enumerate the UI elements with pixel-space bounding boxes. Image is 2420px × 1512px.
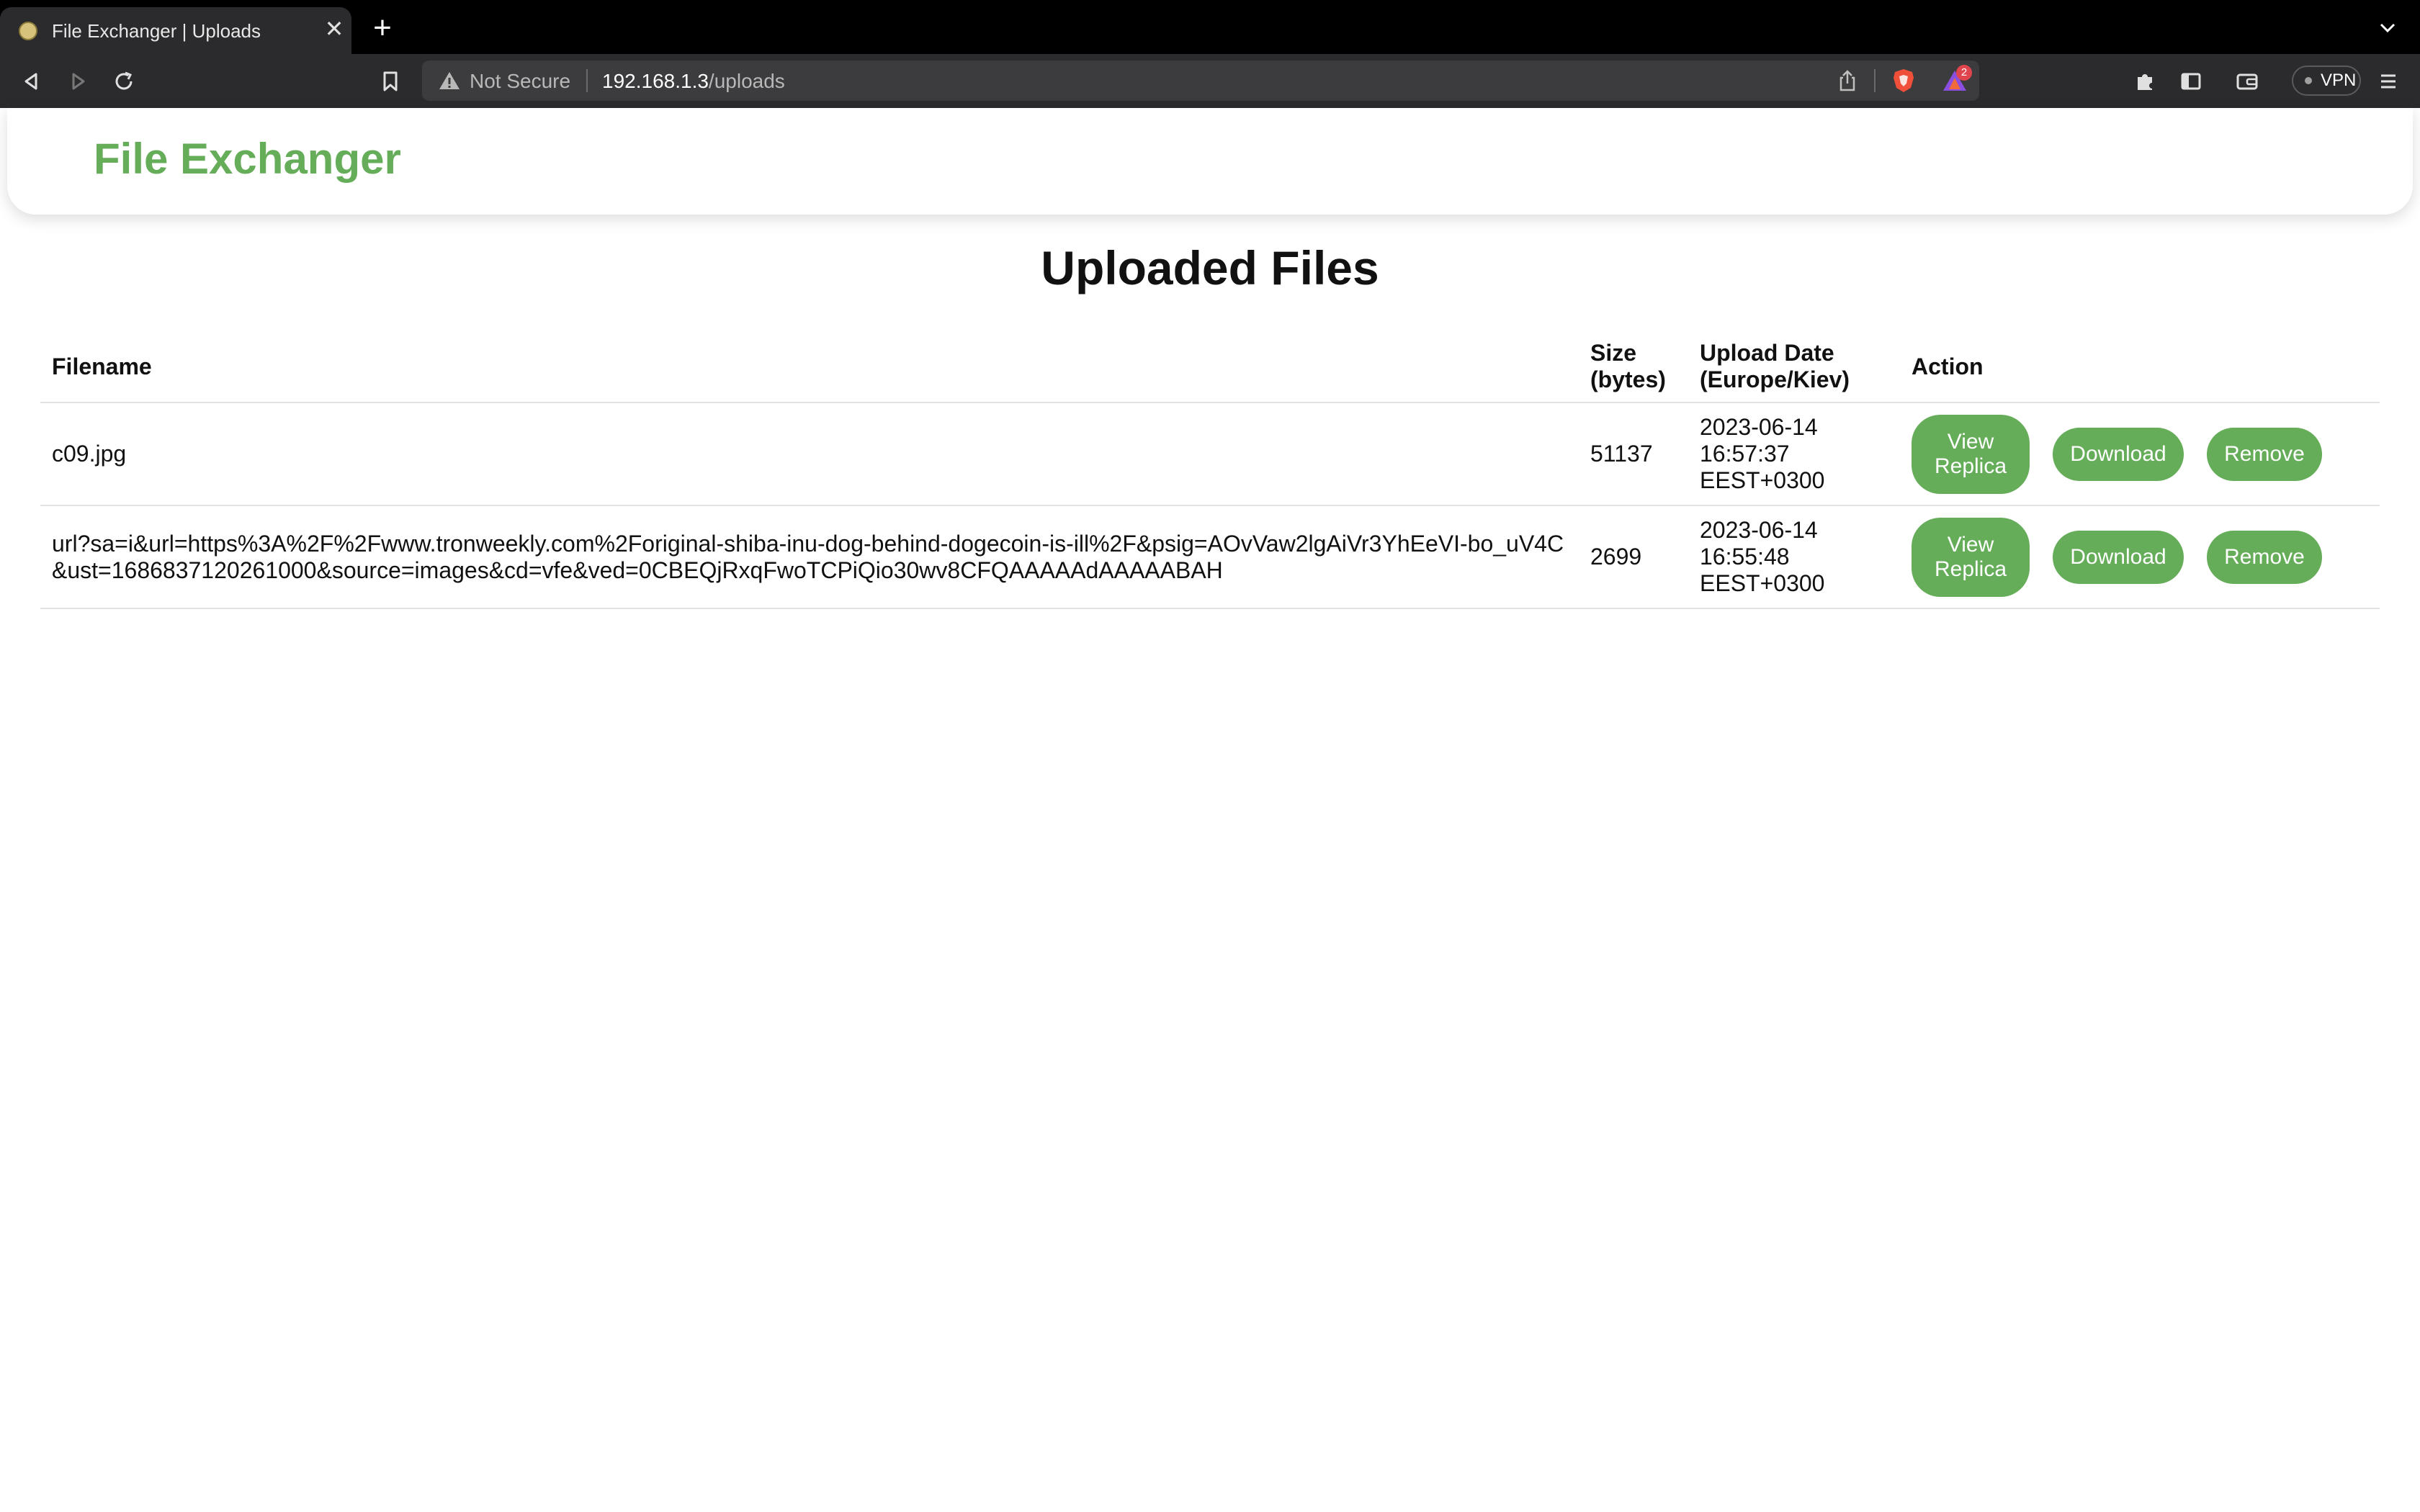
- column-header-size: Size (bytes): [1579, 331, 1688, 403]
- browser-tab[interactable]: File Exchanger | Uploads ✕: [0, 7, 351, 54]
- favicon-icon: [19, 22, 37, 40]
- date-cell: 2023-06-14 16:55:48 EEST+0300: [1688, 505, 1900, 609]
- remove-button[interactable]: Remove: [2207, 427, 2322, 481]
- browser-tab-bar: File Exchanger | Uploads ✕ +: [0, 0, 2420, 54]
- address-bar[interactable]: Not Secure 192.168.1.3/uploads 2: [422, 60, 1979, 101]
- address-divider: [586, 69, 588, 92]
- url-text[interactable]: 192.168.1.3/uploads: [602, 70, 785, 93]
- vpn-button[interactable]: VPN: [2292, 66, 2361, 96]
- url-path: /uploads: [708, 70, 785, 92]
- view-replica-button[interactable]: View Replica: [1912, 517, 2030, 597]
- action-cell: View Replica Download Remove: [1900, 402, 2380, 506]
- menu-icon[interactable]: [2374, 67, 2403, 96]
- download-button[interactable]: Download: [2053, 530, 2184, 584]
- table-row: url?sa=i&url=https%3A%2F%2Fwww.tronweekl…: [40, 505, 2380, 609]
- date-cell: 2023-06-14 16:57:37 EEST+0300: [1688, 402, 1900, 506]
- back-icon[interactable]: [17, 67, 46, 96]
- action-cell: View Replica Download Remove: [1900, 505, 2380, 609]
- filename-cell: c09.jpg: [40, 402, 1579, 506]
- site-logo[interactable]: File Exchanger: [94, 134, 401, 184]
- brave-shields-icon[interactable]: [1891, 68, 1916, 94]
- close-tab-icon[interactable]: ✕: [323, 17, 346, 40]
- column-header-date: Upload Date (Europe/Kiev): [1688, 331, 1900, 403]
- url-host: 192.168.1.3: [602, 70, 709, 92]
- table-row: c09.jpg 51137 2023-06-14 16:57:37 EEST+0…: [40, 402, 2380, 506]
- page-title: Uploaded Files: [1041, 241, 1379, 294]
- security-label[interactable]: Not Secure: [470, 70, 570, 93]
- remove-button[interactable]: Remove: [2207, 530, 2322, 584]
- uploads-table: Filename Size (bytes) Upload Date (Europ…: [40, 331, 2380, 609]
- forward-icon[interactable]: [63, 67, 92, 96]
- extensions-icon[interactable]: [2130, 67, 2159, 96]
- site-header: File Exchanger: [7, 108, 2413, 215]
- filename-cell: url?sa=i&url=https%3A%2F%2Fwww.tronweekl…: [40, 505, 1579, 609]
- view-replica-button[interactable]: View Replica: [1912, 414, 2030, 494]
- vpn-label: VPN: [2321, 71, 2357, 90]
- bookmark-icon[interactable]: [376, 67, 405, 96]
- column-header-filename: Filename: [40, 331, 1579, 403]
- wallet-icon[interactable]: [2233, 67, 2262, 96]
- address-divider-2: [1874, 69, 1876, 92]
- size-cell: 51137: [1579, 402, 1688, 506]
- table-header-row: Filename Size (bytes) Upload Date (Europ…: [40, 331, 2380, 403]
- tab-title: File Exchanger | Uploads: [52, 20, 261, 42]
- rewards-badge: 2: [1956, 65, 1972, 81]
- vpn-status-icon: [2305, 77, 2312, 84]
- chevron-down-icon[interactable]: [2377, 17, 2398, 39]
- new-tab-icon[interactable]: +: [370, 12, 395, 44]
- size-cell: 2699: [1579, 505, 1688, 609]
- sidebar-icon[interactable]: [2177, 67, 2205, 96]
- reload-icon[interactable]: [109, 67, 138, 96]
- column-header-action: Action: [1900, 331, 2380, 403]
- share-icon[interactable]: [1837, 69, 1858, 92]
- download-button[interactable]: Download: [2053, 427, 2184, 481]
- warning-icon[interactable]: [438, 69, 461, 92]
